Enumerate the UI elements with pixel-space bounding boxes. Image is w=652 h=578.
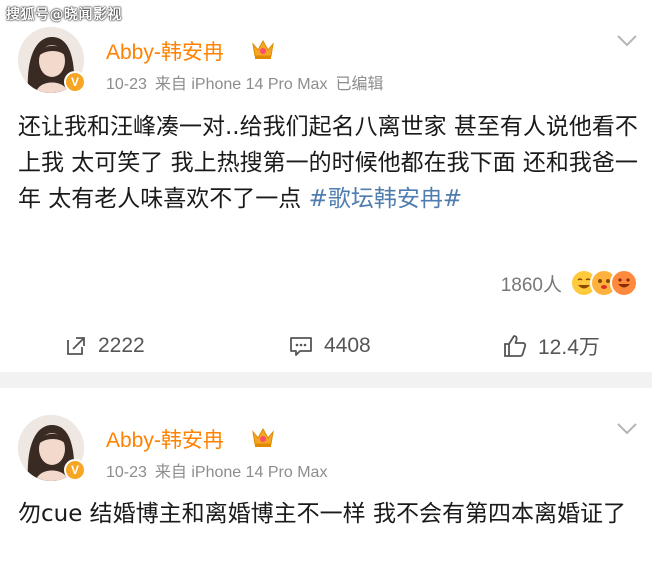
post-text: 勿cue 结婚博主和离婚博主不一样 我不会有第四本离婚证了	[18, 501, 626, 527]
action-bar: 2222 4408 12.4万	[0, 326, 652, 366]
author-name[interactable]: Abby-韩安冉	[106, 36, 224, 66]
like-count: 12.4万	[538, 336, 600, 359]
crown-icon	[252, 427, 274, 447]
emoji-reaction-icon	[610, 269, 638, 297]
reactions-bar[interactable]: 1860人	[501, 268, 638, 298]
comment-button[interactable]: 4408	[288, 326, 371, 366]
author-name[interactable]: Abby-韩安冉	[106, 424, 224, 454]
repost-button[interactable]: 2222	[64, 326, 145, 366]
edited-label: 已编辑	[335, 76, 384, 93]
hashtag-link[interactable]: #歌坛韩安冉#	[309, 186, 463, 212]
post-meta: 10-23 来自 iPhone 14 Pro Max	[106, 458, 335, 482]
comment-count: 4408	[324, 334, 371, 357]
post-content: 还让我和汪峰凑一对..给我们起名八离世家 甚至有人说他看不上我 太可笑了 我上热…	[18, 109, 638, 253]
repost-count: 2222	[98, 334, 145, 357]
watermark: 搜狐号@晓闻影视	[6, 7, 122, 23]
weibo-post: V Abby-韩安冉 10-23 来自 iPhone 14 Pro Max 勿cu…	[0, 388, 652, 578]
thumbs-up-icon	[504, 335, 527, 357]
chevron-down-icon[interactable]	[616, 34, 638, 48]
repost-icon	[67, 337, 85, 355]
reaction-count: 1860人	[500, 274, 562, 296]
comment-icon	[290, 337, 312, 356]
post-divider	[0, 372, 652, 388]
post-content: 勿cue 结婚博主和离婚博主不一样 我不会有第四本离婚证了	[18, 496, 638, 572]
crown-icon	[252, 39, 274, 59]
like-button[interactable]: 12.4万	[502, 326, 600, 366]
verified-v-icon: V	[64, 459, 86, 481]
post-date: 10-23	[106, 464, 147, 481]
post-source: 来自 iPhone 14 Pro Max	[154, 464, 328, 481]
weibo-post: V Abby-韩安冉 10-23 来自 iPhone 14 Pro Max 已编辑 …	[0, 0, 652, 372]
verified-v-icon: V	[64, 71, 86, 93]
post-source: 来自 iPhone 14 Pro Max	[154, 76, 328, 93]
post-meta: 10-23 来自 iPhone 14 Pro Max 已编辑	[106, 70, 391, 94]
chevron-down-icon[interactable]	[616, 422, 638, 436]
post-date: 10-23	[106, 76, 147, 93]
